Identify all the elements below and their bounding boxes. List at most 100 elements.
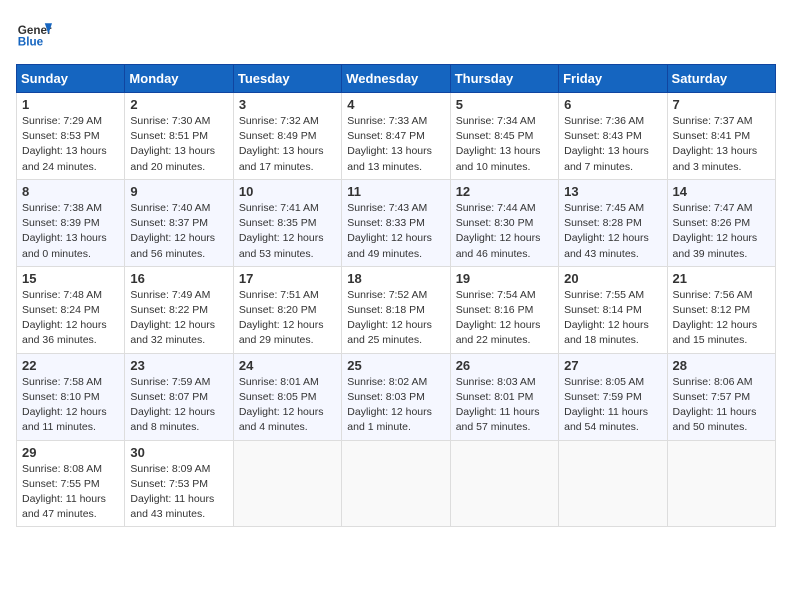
sunset-label: Sunset: 8:14 PM — [564, 304, 642, 316]
calendar-cell — [450, 440, 558, 527]
day-info: Sunrise: 7:52 AM Sunset: 8:18 PM Dayligh… — [347, 288, 444, 349]
calendar-cell — [667, 440, 775, 527]
calendar-cell: 15 Sunrise: 7:48 AM Sunset: 8:24 PM Dayl… — [17, 266, 125, 353]
calendar-cell: 20 Sunrise: 7:55 AM Sunset: 8:14 PM Dayl… — [559, 266, 667, 353]
sunset-label: Sunset: 8:18 PM — [347, 304, 425, 316]
sunrise-label: Sunrise: 8:02 AM — [347, 376, 427, 388]
logo-icon: General Blue — [16, 16, 52, 52]
sunrise-label: Sunrise: 7:58 AM — [22, 376, 102, 388]
sunrise-label: Sunrise: 7:51 AM — [239, 289, 319, 301]
day-number: 18 — [347, 271, 444, 286]
day-number: 15 — [22, 271, 119, 286]
calendar-cell: 24 Sunrise: 8:01 AM Sunset: 8:05 PM Dayl… — [233, 353, 341, 440]
day-info: Sunrise: 7:44 AM Sunset: 8:30 PM Dayligh… — [456, 201, 553, 262]
day-number: 23 — [130, 358, 227, 373]
daylight-label: Daylight: 12 hours and 15 minutes. — [673, 319, 758, 346]
day-number: 13 — [564, 184, 661, 199]
calendar-cell — [233, 440, 341, 527]
calendar-week-row: 15 Sunrise: 7:48 AM Sunset: 8:24 PM Dayl… — [17, 266, 776, 353]
day-number: 5 — [456, 97, 553, 112]
calendar-cell: 27 Sunrise: 8:05 AM Sunset: 7:59 PM Dayl… — [559, 353, 667, 440]
calendar-cell: 21 Sunrise: 7:56 AM Sunset: 8:12 PM Dayl… — [667, 266, 775, 353]
calendar-cell — [342, 440, 450, 527]
day-number: 28 — [673, 358, 770, 373]
calendar-cell: 3 Sunrise: 7:32 AM Sunset: 8:49 PM Dayli… — [233, 93, 341, 180]
calendar-cell: 6 Sunrise: 7:36 AM Sunset: 8:43 PM Dayli… — [559, 93, 667, 180]
daylight-label: Daylight: 12 hours and 11 minutes. — [22, 406, 107, 433]
calendar-cell: 5 Sunrise: 7:34 AM Sunset: 8:45 PM Dayli… — [450, 93, 558, 180]
sunset-label: Sunset: 7:55 PM — [22, 478, 100, 490]
sunset-label: Sunset: 8:07 PM — [130, 391, 208, 403]
calendar-cell: 28 Sunrise: 8:06 AM Sunset: 7:57 PM Dayl… — [667, 353, 775, 440]
sunset-label: Sunset: 8:05 PM — [239, 391, 317, 403]
day-info: Sunrise: 7:45 AM Sunset: 8:28 PM Dayligh… — [564, 201, 661, 262]
sunset-label: Sunset: 8:37 PM — [130, 217, 208, 229]
day-info: Sunrise: 8:08 AM Sunset: 7:55 PM Dayligh… — [22, 462, 119, 523]
day-info: Sunrise: 8:01 AM Sunset: 8:05 PM Dayligh… — [239, 375, 336, 436]
day-header-friday: Friday — [559, 65, 667, 93]
calendar-table: SundayMondayTuesdayWednesdayThursdayFrid… — [16, 64, 776, 527]
daylight-label: Daylight: 12 hours and 18 minutes. — [564, 319, 649, 346]
daylight-label: Daylight: 13 hours and 20 minutes. — [130, 145, 215, 172]
calendar-cell: 4 Sunrise: 7:33 AM Sunset: 8:47 PM Dayli… — [342, 93, 450, 180]
day-number: 4 — [347, 97, 444, 112]
daylight-label: Daylight: 11 hours and 50 minutes. — [673, 406, 757, 433]
daylight-label: Daylight: 12 hours and 46 minutes. — [456, 232, 541, 259]
sunset-label: Sunset: 8:51 PM — [130, 130, 208, 142]
sunrise-label: Sunrise: 7:43 AM — [347, 202, 427, 214]
calendar-header-row: SundayMondayTuesdayWednesdayThursdayFrid… — [17, 65, 776, 93]
daylight-label: Daylight: 12 hours and 36 minutes. — [22, 319, 107, 346]
sunset-label: Sunset: 8:30 PM — [456, 217, 534, 229]
calendar-cell: 14 Sunrise: 7:47 AM Sunset: 8:26 PM Dayl… — [667, 179, 775, 266]
sunrise-label: Sunrise: 7:54 AM — [456, 289, 536, 301]
daylight-label: Daylight: 12 hours and 25 minutes. — [347, 319, 432, 346]
daylight-label: Daylight: 13 hours and 10 minutes. — [456, 145, 541, 172]
day-info: Sunrise: 7:56 AM Sunset: 8:12 PM Dayligh… — [673, 288, 770, 349]
calendar-cell: 19 Sunrise: 7:54 AM Sunset: 8:16 PM Dayl… — [450, 266, 558, 353]
sunrise-label: Sunrise: 8:03 AM — [456, 376, 536, 388]
sunrise-label: Sunrise: 8:06 AM — [673, 376, 753, 388]
day-info: Sunrise: 7:30 AM Sunset: 8:51 PM Dayligh… — [130, 114, 227, 175]
day-number: 2 — [130, 97, 227, 112]
day-number: 19 — [456, 271, 553, 286]
sunset-label: Sunset: 8:49 PM — [239, 130, 317, 142]
day-number: 24 — [239, 358, 336, 373]
sunrise-label: Sunrise: 7:37 AM — [673, 115, 753, 127]
calendar-week-row: 22 Sunrise: 7:58 AM Sunset: 8:10 PM Dayl… — [17, 353, 776, 440]
day-info: Sunrise: 8:03 AM Sunset: 8:01 PM Dayligh… — [456, 375, 553, 436]
daylight-label: Daylight: 12 hours and 22 minutes. — [456, 319, 541, 346]
sunrise-label: Sunrise: 7:44 AM — [456, 202, 536, 214]
day-number: 6 — [564, 97, 661, 112]
daylight-label: Daylight: 12 hours and 56 minutes. — [130, 232, 215, 259]
sunrise-label: Sunrise: 7:48 AM — [22, 289, 102, 301]
sunset-label: Sunset: 8:47 PM — [347, 130, 425, 142]
sunrise-label: Sunrise: 7:56 AM — [673, 289, 753, 301]
daylight-label: Daylight: 11 hours and 47 minutes. — [22, 493, 106, 520]
calendar-cell: 11 Sunrise: 7:43 AM Sunset: 8:33 PM Dayl… — [342, 179, 450, 266]
day-number: 11 — [347, 184, 444, 199]
svg-text:Blue: Blue — [18, 36, 44, 49]
sunset-label: Sunset: 8:45 PM — [456, 130, 534, 142]
day-info: Sunrise: 7:55 AM Sunset: 8:14 PM Dayligh… — [564, 288, 661, 349]
calendar-cell: 16 Sunrise: 7:49 AM Sunset: 8:22 PM Dayl… — [125, 266, 233, 353]
day-header-saturday: Saturday — [667, 65, 775, 93]
day-number: 26 — [456, 358, 553, 373]
day-info: Sunrise: 8:06 AM Sunset: 7:57 PM Dayligh… — [673, 375, 770, 436]
day-number: 27 — [564, 358, 661, 373]
sunset-label: Sunset: 8:10 PM — [22, 391, 100, 403]
daylight-label: Daylight: 13 hours and 17 minutes. — [239, 145, 324, 172]
calendar-cell: 2 Sunrise: 7:30 AM Sunset: 8:51 PM Dayli… — [125, 93, 233, 180]
sunrise-label: Sunrise: 7:34 AM — [456, 115, 536, 127]
day-number: 29 — [22, 445, 119, 460]
calendar-cell: 23 Sunrise: 7:59 AM Sunset: 8:07 PM Dayl… — [125, 353, 233, 440]
sunrise-label: Sunrise: 7:47 AM — [673, 202, 753, 214]
sunrise-label: Sunrise: 8:05 AM — [564, 376, 644, 388]
calendar-cell: 17 Sunrise: 7:51 AM Sunset: 8:20 PM Dayl… — [233, 266, 341, 353]
day-number: 20 — [564, 271, 661, 286]
day-number: 3 — [239, 97, 336, 112]
day-info: Sunrise: 7:40 AM Sunset: 8:37 PM Dayligh… — [130, 201, 227, 262]
daylight-label: Daylight: 12 hours and 32 minutes. — [130, 319, 215, 346]
sunset-label: Sunset: 8:43 PM — [564, 130, 642, 142]
sunrise-label: Sunrise: 8:01 AM — [239, 376, 319, 388]
calendar-cell: 13 Sunrise: 7:45 AM Sunset: 8:28 PM Dayl… — [559, 179, 667, 266]
